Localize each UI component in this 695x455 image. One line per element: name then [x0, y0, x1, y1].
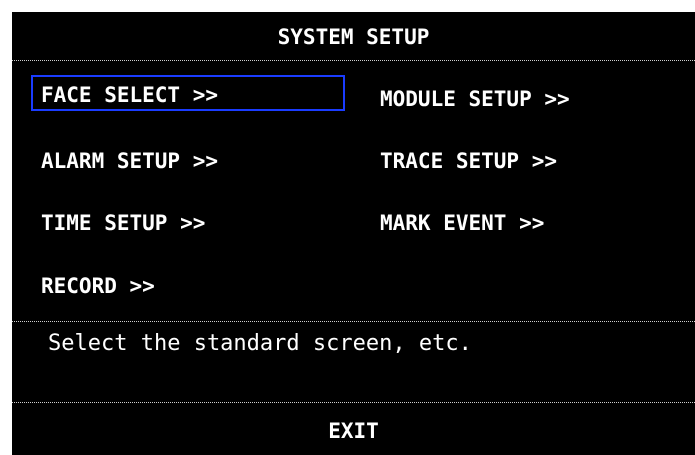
dialog-title: SYSTEM SETUP — [277, 25, 430, 49]
module-setup-menu-item[interactable]: MODULE SETUP >> — [380, 81, 670, 117]
face-select-menu-item[interactable]: FACE SELECT >> — [31, 75, 345, 111]
status-help-text: Select the standard screen, etc. — [48, 331, 472, 356]
time-setup-menu-item[interactable]: TIME SETUP >> — [41, 205, 331, 241]
record-menu-item[interactable]: RECORD >> — [41, 268, 331, 304]
divider-top — [12, 60, 695, 61]
exit-button[interactable]: EXIT — [12, 414, 695, 448]
divider-bottom — [12, 402, 695, 403]
system-setup-dialog: SYSTEM SETUP FACE SELECT >> MODULE SETUP… — [12, 12, 695, 455]
corner-mark — [673, 12, 695, 16]
mark-event-menu-item[interactable]: MARK EVENT >> — [380, 205, 670, 241]
divider-middle — [12, 321, 695, 322]
alarm-setup-menu-item[interactable]: ALARM SETUP >> — [41, 143, 331, 179]
trace-setup-menu-item[interactable]: TRACE SETUP >> — [380, 143, 670, 179]
